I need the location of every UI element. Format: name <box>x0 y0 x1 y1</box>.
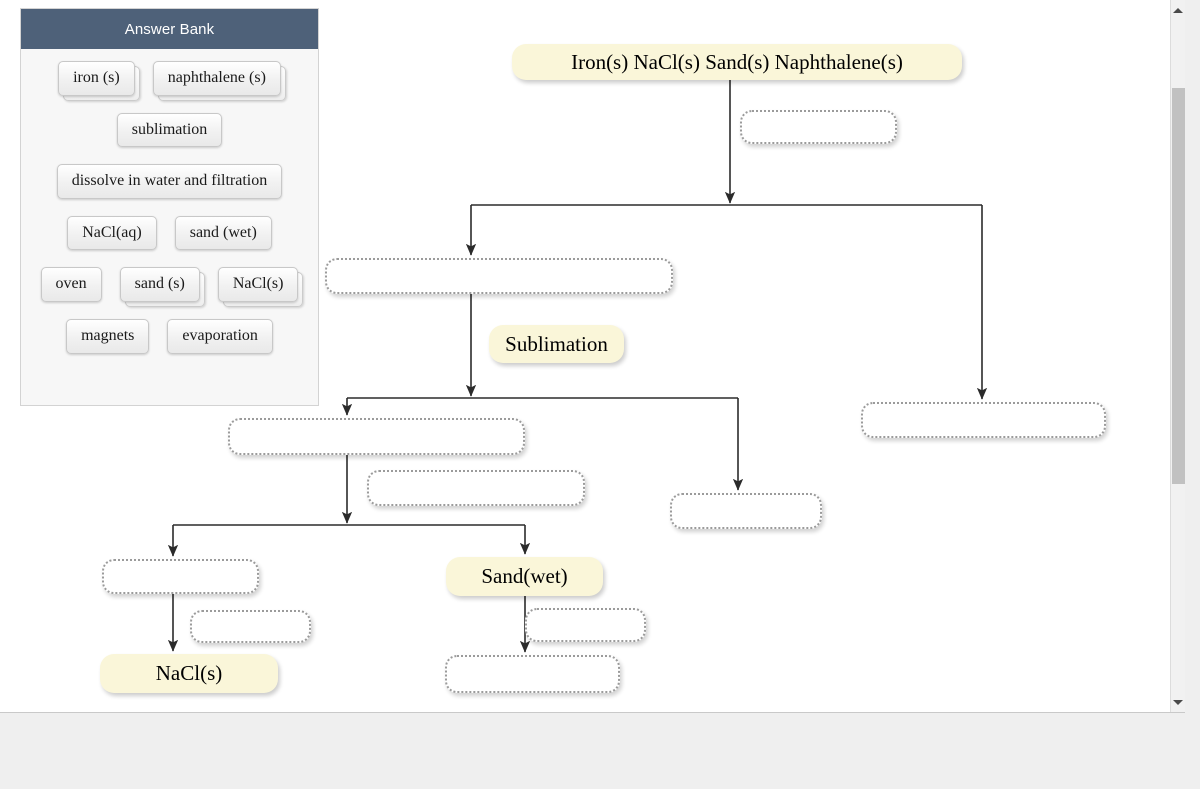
flow-node-mixture: Iron(s) NaCl(s) Sand(s) Naphthalene(s) <box>512 44 962 80</box>
answer-chip-wrapper: NaCl(s) <box>217 267 304 307</box>
answer-chip[interactable]: oven <box>40 267 102 302</box>
answer-chip-wrapper: magnets <box>66 318 150 354</box>
answer-bank-title: Answer Bank <box>21 9 318 49</box>
answer-bank-row: NaCl(aq) sand (wet) <box>31 215 308 251</box>
answer-chip[interactable]: sand (s) <box>119 267 200 302</box>
scrollbar-thumb[interactable] <box>1172 88 1185 484</box>
answer-bank-row: dissolve in water and filtration <box>31 164 308 199</box>
drop-zone-step1[interactable] <box>737 109 900 145</box>
drop-zone-result2[interactable] <box>225 417 528 456</box>
answer-bank-row: sublimation <box>31 112 308 148</box>
answer-chip[interactable]: sublimation <box>116 112 223 148</box>
answer-bank-body: iron (s) naphthalene (s) sublimation dissol… <box>21 49 318 364</box>
answer-chip[interactable]: NaCl(s) <box>217 267 299 302</box>
answer-bank-panel: Answer Bank iron (s) naphthalene (s) subli… <box>20 8 319 406</box>
drop-zone-nacl-aq[interactable] <box>99 558 262 595</box>
answer-chip-wrapper: evaporation <box>167 318 273 354</box>
drop-zone-result1[interactable] <box>322 257 676 295</box>
scroll-up-button[interactable] <box>1171 2 1185 18</box>
answer-chip[interactable]: NaCl(aq) <box>67 215 157 251</box>
flow-node-sandwet: Sand(wet) <box>446 557 603 596</box>
flow-node-sublimation: Sublimation <box>489 325 624 363</box>
triangle-up-icon <box>1173 7 1183 13</box>
drop-zone-step4[interactable] <box>522 607 649 643</box>
answer-chip-wrapper: oven <box>40 267 102 302</box>
page-root: Iron(s) NaCl(s) Sand(s) Naphthalene(s) Su… <box>0 0 1200 789</box>
answer-chip-wrapper: NaCl(aq) <box>67 215 157 251</box>
answer-chip-wrapper: sand (s) <box>119 267 206 307</box>
answer-bank-row: iron (s) naphthalene (s) <box>31 61 308 101</box>
drop-zone-step3[interactable] <box>187 609 314 644</box>
drop-zone-rightResult[interactable] <box>858 401 1109 439</box>
answer-chip[interactable]: iron (s) <box>58 61 135 96</box>
triangle-down-icon <box>1173 699 1183 705</box>
answer-chip-wrapper: iron (s) <box>58 61 140 101</box>
answer-chip[interactable]: evaporation <box>167 318 273 354</box>
answer-chip-wrapper: sublimation <box>116 112 223 148</box>
drop-zone-sublimated[interactable] <box>667 492 825 530</box>
answer-chip-wrapper: sand (wet) <box>174 215 272 251</box>
answer-bank-row: oven sand (s) NaCl(s) <box>31 267 308 307</box>
answer-chip[interactable]: dissolve in water and filtration <box>56 164 283 199</box>
vertical-scrollbar[interactable] <box>1170 0 1185 712</box>
flow-node-naclS: NaCl(s) <box>100 654 278 693</box>
answer-chip[interactable]: sand (wet) <box>174 215 272 251</box>
answer-chip-wrapper: naphthalene (s) <box>152 61 287 101</box>
content-viewport: Iron(s) NaCl(s) Sand(s) Naphthalene(s) Su… <box>0 0 1185 713</box>
answer-chip-wrapper: dissolve in water and filtration <box>56 164 283 199</box>
answer-chip[interactable]: magnets <box>66 318 150 354</box>
drop-zone-step2[interactable] <box>364 469 588 507</box>
drop-zone-sandS[interactable] <box>442 654 623 694</box>
answer-bank-row: magnets evaporation <box>31 318 308 354</box>
scroll-down-button[interactable] <box>1171 694 1185 710</box>
answer-chip[interactable]: naphthalene (s) <box>152 61 281 96</box>
